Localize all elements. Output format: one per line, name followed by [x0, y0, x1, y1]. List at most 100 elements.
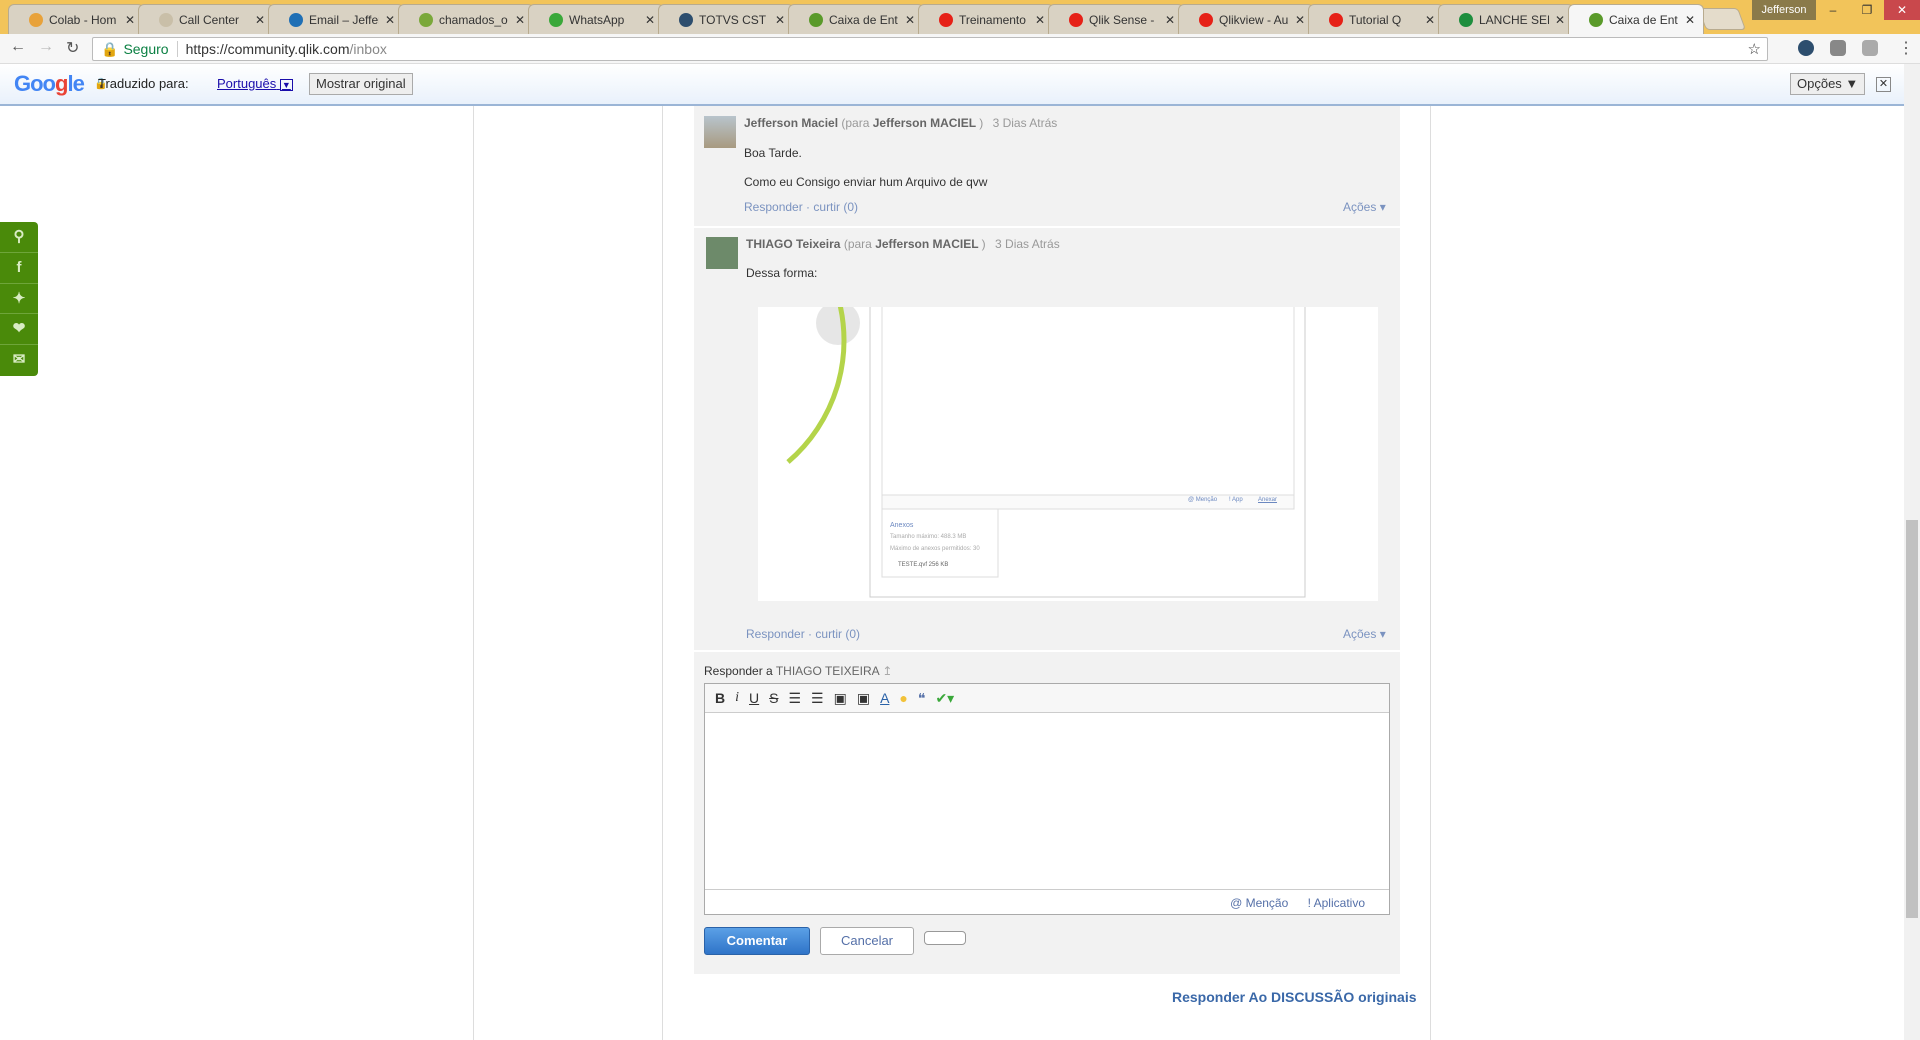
tab[interactable]: Qlikview - Au ✕	[1178, 4, 1314, 34]
star-icon[interactable]: ☆	[1748, 40, 1761, 58]
bold-button[interactable]: B	[715, 690, 725, 706]
heart-icon[interactable]: ❤	[0, 314, 38, 346]
show-original-button[interactable]: Mostrar original	[309, 73, 413, 95]
tab[interactable]: Email – Jeffer ✕	[268, 4, 404, 34]
close-tab-icon[interactable]: ✕	[1685, 13, 1695, 27]
menu-icon[interactable]: ⋮	[1898, 38, 1914, 58]
author-link[interactable]: Jefferson Maciel	[744, 116, 838, 130]
tab-title: Caixa de Ent	[829, 12, 898, 27]
reload-button[interactable]: ↻	[66, 38, 79, 58]
close-tab-icon[interactable]: ✕	[905, 13, 915, 27]
address-bar[interactable]: 🔒 Seguro https://community.qlik.com/inbo…	[92, 37, 1768, 61]
cancel-button[interactable]: Cancelar	[820, 927, 914, 955]
tab[interactable]: Caixa de Ent ✕	[788, 4, 924, 34]
favicon-icon	[1589, 12, 1603, 27]
close-translate-icon[interactable]: ✕	[1876, 77, 1891, 92]
twitter-icon[interactable]: ✦	[0, 284, 38, 315]
video-button[interactable]: ▣	[857, 690, 870, 707]
comment-textarea[interactable]	[705, 713, 1389, 889]
security-label: Seguro	[123, 41, 178, 57]
reply-link[interactable]: Responder	[746, 627, 805, 641]
close-tab-icon[interactable]: ✕	[515, 13, 525, 27]
author-link[interactable]: THIAGO Teixeira	[746, 237, 840, 251]
extension-icon[interactable]	[1862, 40, 1878, 56]
close-tab-icon[interactable]: ✕	[1035, 13, 1045, 27]
translated-label: Traduzido para:	[98, 76, 189, 91]
new-tab-button[interactable]	[1697, 8, 1747, 30]
actions-menu[interactable]: Ações ▾	[1343, 200, 1386, 214]
options-button[interactable]: Opções ▼	[1790, 73, 1866, 95]
recipient-link[interactable]: Jefferson MACIEL	[873, 116, 976, 130]
spellcheck-button[interactable]: ✔▾	[935, 690, 954, 707]
mention-link[interactable]: @ Menção	[1230, 896, 1288, 910]
emoji-button[interactable]: ●	[899, 690, 907, 706]
close-tab-icon[interactable]: ✕	[645, 13, 655, 27]
tab-title: Treinamento	[959, 12, 1026, 27]
image-button[interactable]: ▣	[834, 690, 847, 707]
tab-title: chamados_o	[439, 12, 508, 27]
close-tab-icon[interactable]: ✕	[775, 13, 785, 27]
close-tab-icon[interactable]: ✕	[1555, 13, 1565, 27]
scrollbar-thumb[interactable]	[1906, 520, 1918, 918]
tab[interactable]: TOTVS CST ✕	[658, 4, 794, 34]
avatar[interactable]	[706, 237, 738, 269]
tab[interactable]: Treinamento ✕	[918, 4, 1054, 34]
back-button[interactable]: ←	[10, 38, 26, 56]
close-tab-icon[interactable]: ✕	[255, 13, 265, 27]
close-tab-icon[interactable]: ✕	[1425, 13, 1435, 27]
extension-icon[interactable]	[1798, 40, 1814, 56]
embedded-screenshot[interactable]: @ Menção ! App Anexar Anexos Tamanho máx…	[758, 307, 1378, 601]
underline-button[interactable]: U	[749, 690, 759, 706]
divider	[662, 106, 663, 1040]
reply-link[interactable]: Responder	[744, 200, 803, 214]
numbered-list-button[interactable]: ☰	[811, 690, 824, 707]
lock-icon: 🔒	[101, 40, 119, 57]
tab[interactable]: Qlik Sense - ✕	[1048, 4, 1184, 34]
comment-header: Jefferson Maciel (para Jefferson MACIEL …	[744, 116, 1058, 130]
font-style-button[interactable]: A	[880, 690, 889, 706]
close-tab-icon[interactable]: ✕	[385, 13, 395, 27]
tab[interactable]: WhatsApp ✕	[528, 4, 664, 34]
profile-button[interactable]: Jefferson	[1752, 0, 1816, 20]
comment-button[interactable]: Comentar	[704, 927, 810, 955]
italic-button[interactable]: i	[735, 690, 739, 706]
tab[interactable]: Caixa de Ent ✕	[1568, 4, 1704, 34]
tab[interactable]: Tutorial Q ✕	[1308, 4, 1444, 34]
actions-menu[interactable]: Ações ▾	[1343, 627, 1386, 641]
close-window-button[interactable]: ✕	[1884, 0, 1920, 20]
language-select[interactable]: Português ▼	[217, 76, 293, 91]
tab[interactable]: LANCHE SEN ✕	[1438, 4, 1574, 34]
reply-editor[interactable]: B i U S ☰ ☰ ▣ ▣ A ● ❝ ✔▾ @ Menção ! Apli…	[704, 683, 1390, 915]
like-link[interactable]: curtir (0)	[813, 200, 858, 214]
bullet-list-button[interactable]: ☰	[788, 690, 801, 707]
qlik-icon[interactable]: ⚲	[0, 222, 38, 253]
favicon-icon	[549, 12, 563, 27]
strikethrough-button[interactable]: S	[769, 690, 778, 706]
timestamp: 3 Dias Atrás	[992, 116, 1058, 130]
blank-button[interactable]	[924, 931, 966, 945]
avatar[interactable]	[704, 116, 736, 148]
quote-button[interactable]: ❝	[918, 690, 926, 707]
close-tab-icon[interactable]: ✕	[1165, 13, 1175, 27]
close-tab-icon[interactable]: ✕	[1295, 13, 1305, 27]
reply-original-link[interactable]: Responder Ao DISCUSSÃO originais	[1172, 989, 1417, 1005]
minimize-button[interactable]: –	[1816, 0, 1850, 20]
editor-toolbar: B i U S ☰ ☰ ▣ ▣ A ● ❝ ✔▾	[705, 684, 1389, 713]
tab-title: Caixa de Ent	[1609, 12, 1678, 27]
attach-text: Anexar	[1258, 497, 1278, 503]
forward-button[interactable]: →	[38, 38, 54, 56]
mail-icon[interactable]: ✉	[0, 345, 38, 376]
tab[interactable]: chamados_o ✕	[398, 4, 534, 34]
comment-header: THIAGO Teixeira (para Jefferson MACIEL )…	[746, 237, 1060, 251]
recipient-link[interactable]: Jefferson MACIEL	[875, 237, 978, 251]
tab[interactable]: Call Center ✕	[138, 4, 274, 34]
extension-icon[interactable]	[1830, 40, 1846, 56]
facebook-icon[interactable]: f	[0, 253, 38, 284]
tab-title: Colab - Hom	[49, 12, 117, 27]
tab-title: WhatsApp	[569, 12, 625, 27]
restore-button[interactable]: ❐	[1850, 0, 1884, 20]
tab[interactable]: Colab - Hom ✕	[8, 4, 144, 34]
like-link[interactable]: curtir (0)	[815, 627, 860, 641]
close-tab-icon[interactable]: ✕	[125, 13, 135, 27]
app-link[interactable]: ! Aplicativo	[1308, 896, 1365, 910]
